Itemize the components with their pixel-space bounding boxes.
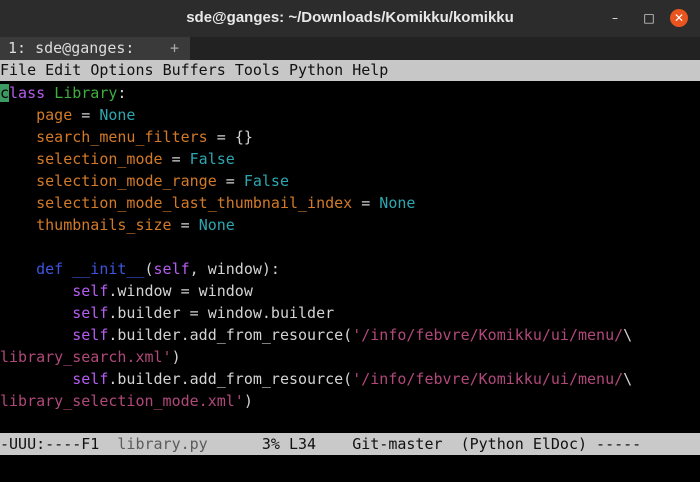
new-tab-icon[interactable]: + <box>170 37 179 60</box>
code-line: selection_mode_range = False <box>36 172 289 190</box>
vcs-branch[interactable]: Git-master <box>352 435 442 453</box>
maximize-icon[interactable]: □ <box>640 9 658 27</box>
code-line: self.builder.add_from_resource('/info/fe… <box>72 370 633 388</box>
mode-line: -UUU:----F1 library.py 3% L34 Git-master… <box>0 433 700 455</box>
menu-buffers[interactable]: Buffers <box>163 60 226 81</box>
menu-help[interactable]: Help <box>352 60 388 81</box>
menu-file[interactable]: File <box>0 60 36 81</box>
menu-python[interactable]: Python <box>289 60 343 81</box>
menu-bar: File Edit Options Buffers Tools Python H… <box>0 60 700 81</box>
minimize-icon[interactable]: – <box>606 9 624 27</box>
menu-edit[interactable]: Edit <box>45 60 81 81</box>
text-cursor: c <box>0 84 10 102</box>
buffer-status: -UUU:----F1 <box>0 435 118 453</box>
menu-options[interactable]: Options <box>90 60 153 81</box>
menu-tools[interactable]: Tools <box>235 60 280 81</box>
close-icon[interactable]: ✕ <box>670 9 688 27</box>
window-title: sde@ganges: ~/Downloads/Komikku/komikku <box>186 9 514 26</box>
code-line: selection_mode_last_thumbnail_index = No… <box>36 194 416 212</box>
code-line: self.window = window <box>72 282 253 300</box>
code-line: search_menu_filters = {} <box>36 128 253 146</box>
editor-buffer[interactable]: class Library: page = None search_menu_f… <box>0 82 700 412</box>
code-line: def __init__(self, window): <box>36 260 280 278</box>
buffer-position: 3% L34 <box>207 435 353 453</box>
tab-bar: 1: sde@ganges: + <box>0 37 700 60</box>
code-line: self.builder.add_from_resource('/info/fe… <box>72 326 633 344</box>
code-line: thumbnails_size = None <box>36 216 235 234</box>
code-line: page = None <box>36 106 136 124</box>
window-titlebar: sde@ganges: ~/Downloads/Komikku/komikku … <box>0 0 700 37</box>
code-line: class Library: <box>0 84 127 102</box>
code-line: self.builder = window.builder <box>72 304 335 322</box>
terminal-tab[interactable]: 1: sde@ganges: + <box>0 37 190 60</box>
code-line: selection_mode = False <box>36 150 235 168</box>
code-line: library_search.xml') <box>0 348 181 366</box>
major-modes: (Python ElDoc) ----- <box>442 435 642 453</box>
tab-label: 1: sde@ganges: <box>8 39 135 57</box>
code-line: library_selection_mode.xml') <box>0 392 253 410</box>
buffer-filename[interactable]: library.py <box>117 435 207 453</box>
